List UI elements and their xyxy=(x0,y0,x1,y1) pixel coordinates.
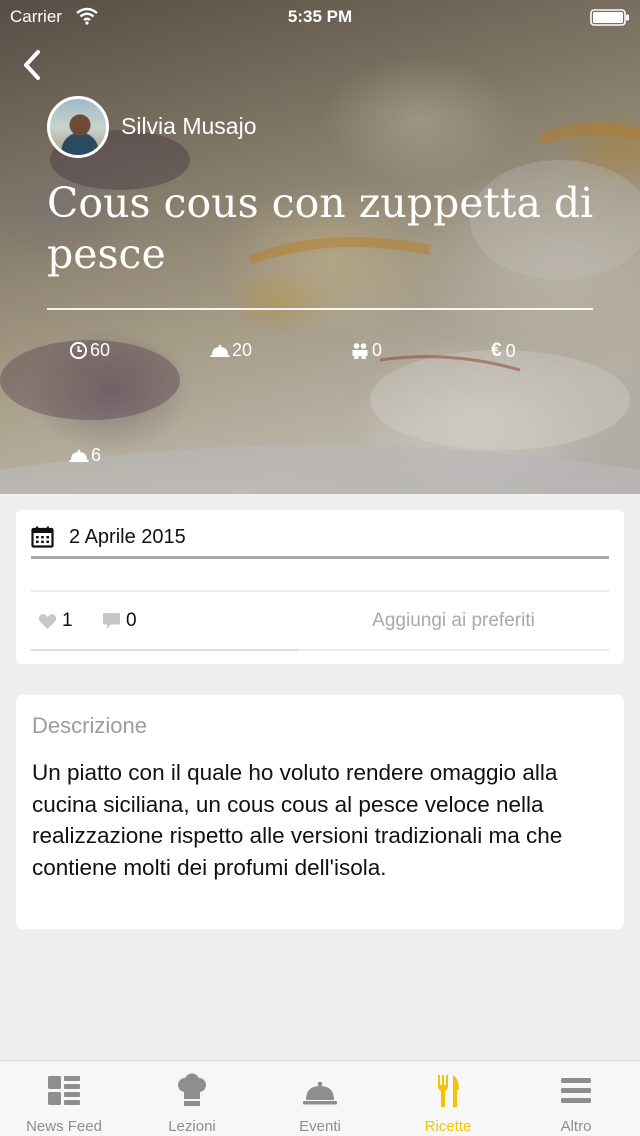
stat-people: 0 xyxy=(350,340,382,361)
stat-people-value: 0 xyxy=(372,340,383,360)
comment-count: 0 xyxy=(126,610,137,631)
author-name[interactable]: Silvia Musajo xyxy=(121,113,257,140)
cloche-icon xyxy=(69,449,89,462)
description-heading: Descrizione xyxy=(32,713,147,738)
status-bar: Carrier 5:35 PM xyxy=(0,0,640,40)
cloche-icon xyxy=(303,1081,337,1105)
like-count: 1 xyxy=(62,610,73,631)
tab-news-feed-label: News Feed xyxy=(26,1118,102,1135)
stat-servings-value: 6 xyxy=(91,445,102,465)
battery-icon xyxy=(590,9,629,26)
cloche-icon xyxy=(210,344,230,357)
description-card: Descrizione Un piatto con il quale ho vo… xyxy=(16,695,624,929)
heart-icon xyxy=(38,613,57,629)
fork-knife-icon xyxy=(438,1075,459,1107)
tab-altro[interactable]: Altro xyxy=(512,1061,640,1136)
like-button[interactable]: 1 xyxy=(38,610,73,632)
calendar-icon xyxy=(31,526,54,548)
tab-bar: News Feed Lezioni Eventi Ricette Altro xyxy=(0,1060,640,1136)
tab-ricette[interactable]: Ricette xyxy=(384,1061,512,1136)
news-feed-icon xyxy=(48,1076,80,1105)
author-avatar[interactable] xyxy=(47,96,109,158)
tab-lezioni-label: Lezioni xyxy=(168,1118,216,1135)
status-time: 5:35 PM xyxy=(287,7,353,26)
details-card: 2 Aprile 2015 1 0 Aggiungi ai preferiti xyxy=(16,510,624,664)
stat-difficulty-value: 20 xyxy=(232,340,253,360)
tab-lezioni[interactable]: Lezioni xyxy=(128,1061,256,1136)
recipe-date: 2 Aprile 2015 xyxy=(69,526,186,548)
social-divider-bottom-left xyxy=(31,649,298,651)
back-chevron-icon[interactable] xyxy=(18,48,48,82)
stat-servings: 6 xyxy=(69,445,101,466)
hero-divider xyxy=(47,308,593,310)
comment-button[interactable]: 0 xyxy=(102,610,137,632)
stat-prep-time-value: 60 xyxy=(90,340,111,360)
euro-icon: € xyxy=(491,340,502,361)
date-divider xyxy=(31,556,609,559)
chef-hat-icon xyxy=(178,1073,206,1106)
tab-news-feed[interactable]: News Feed xyxy=(0,1061,128,1136)
tab-eventi[interactable]: Eventi xyxy=(256,1061,384,1136)
description-body: Un piatto con il quale ho voluto rendere… xyxy=(32,760,563,880)
stat-difficulty: 20 xyxy=(210,340,252,361)
people-icon xyxy=(352,342,368,359)
stat-prep-time: 60 xyxy=(69,340,110,361)
comment-icon xyxy=(103,613,120,629)
tab-eventi-label: Eventi xyxy=(299,1118,341,1135)
tab-ricette-label: Ricette xyxy=(424,1118,472,1135)
recipe-title: Cous cous con zuppetta di pesce xyxy=(47,179,594,278)
clock-icon xyxy=(69,341,88,360)
stat-cost: € 0 xyxy=(491,340,516,362)
add-to-favorites-button[interactable]: Aggiungi ai preferiti xyxy=(298,592,609,650)
menu-icon xyxy=(561,1078,591,1103)
stat-cost-value: 0 xyxy=(505,340,516,361)
tab-altro-label: Altro xyxy=(560,1118,592,1135)
